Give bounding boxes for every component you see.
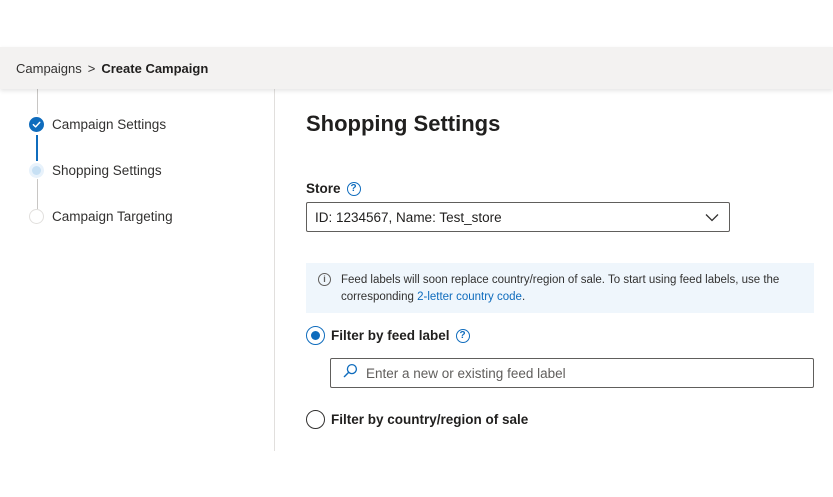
country-code-link[interactable]: 2-letter country code (417, 291, 522, 303)
wizard-stepper: Campaign Settings Shopping Settings Camp… (0, 89, 274, 469)
radio-country-region[interactable] (306, 410, 325, 429)
stepper-line-top (36, 89, 38, 114)
info-icon: i (318, 273, 331, 286)
step-done-check-icon (29, 117, 44, 132)
store-select-value: ID: 1234567, Name: Test_store (315, 209, 502, 225)
step-shopping-settings[interactable]: Shopping Settings (29, 163, 162, 178)
stepper-line-inactive (36, 179, 38, 209)
step-current-dot-icon (29, 163, 44, 178)
info-message: Feed labels will soon replace country/re… (341, 274, 780, 303)
info-suffix: . (521, 291, 526, 303)
step-pending-dot-icon (29, 209, 44, 224)
store-select[interactable]: ID: 1234567, Name: Test_store (306, 202, 730, 232)
chevron-down-icon (705, 210, 719, 225)
radio-feed-label[interactable] (306, 326, 325, 345)
step-label: Campaign Targeting (52, 209, 173, 224)
info-message-bar: i Feed labels will soon replace country/… (306, 263, 814, 313)
store-label-row: Store ? (306, 181, 361, 196)
store-help-icon[interactable]: ? (346, 181, 361, 196)
breadcrumb-separator: > (87, 60, 96, 76)
feed-label-search-box[interactable] (330, 358, 814, 388)
filter-country-text: Filter by country/region of sale (331, 412, 529, 427)
breadcrumb-current: Create Campaign (101, 60, 209, 76)
stepper-line-active (36, 135, 38, 161)
filter-feed-label-text: Filter by feed label (331, 328, 450, 343)
filter-country-option[interactable]: Filter by country/region of sale (306, 410, 528, 429)
info-text: Feed labels will soon replace country/re… (341, 272, 804, 306)
panel-divider (274, 89, 275, 451)
step-label: Campaign Settings (52, 117, 167, 132)
breadcrumb-campaigns-link[interactable]: Campaigns (16, 61, 82, 76)
feed-label-help-icon[interactable]: ? (455, 328, 470, 343)
top-blank-area (0, 0, 833, 47)
step-label: Shopping Settings (52, 163, 162, 178)
search-icon (343, 363, 358, 383)
feed-label-input[interactable] (366, 365, 813, 381)
step-campaign-settings[interactable]: Campaign Settings (29, 117, 166, 132)
breadcrumb: Campaigns > Create Campaign (0, 47, 833, 89)
page-title: Shopping Settings (306, 111, 501, 136)
filter-feed-label-option[interactable]: Filter by feed label ? (306, 326, 470, 345)
step-campaign-targeting[interactable]: Campaign Targeting (29, 209, 173, 224)
store-label: Store (306, 181, 341, 196)
